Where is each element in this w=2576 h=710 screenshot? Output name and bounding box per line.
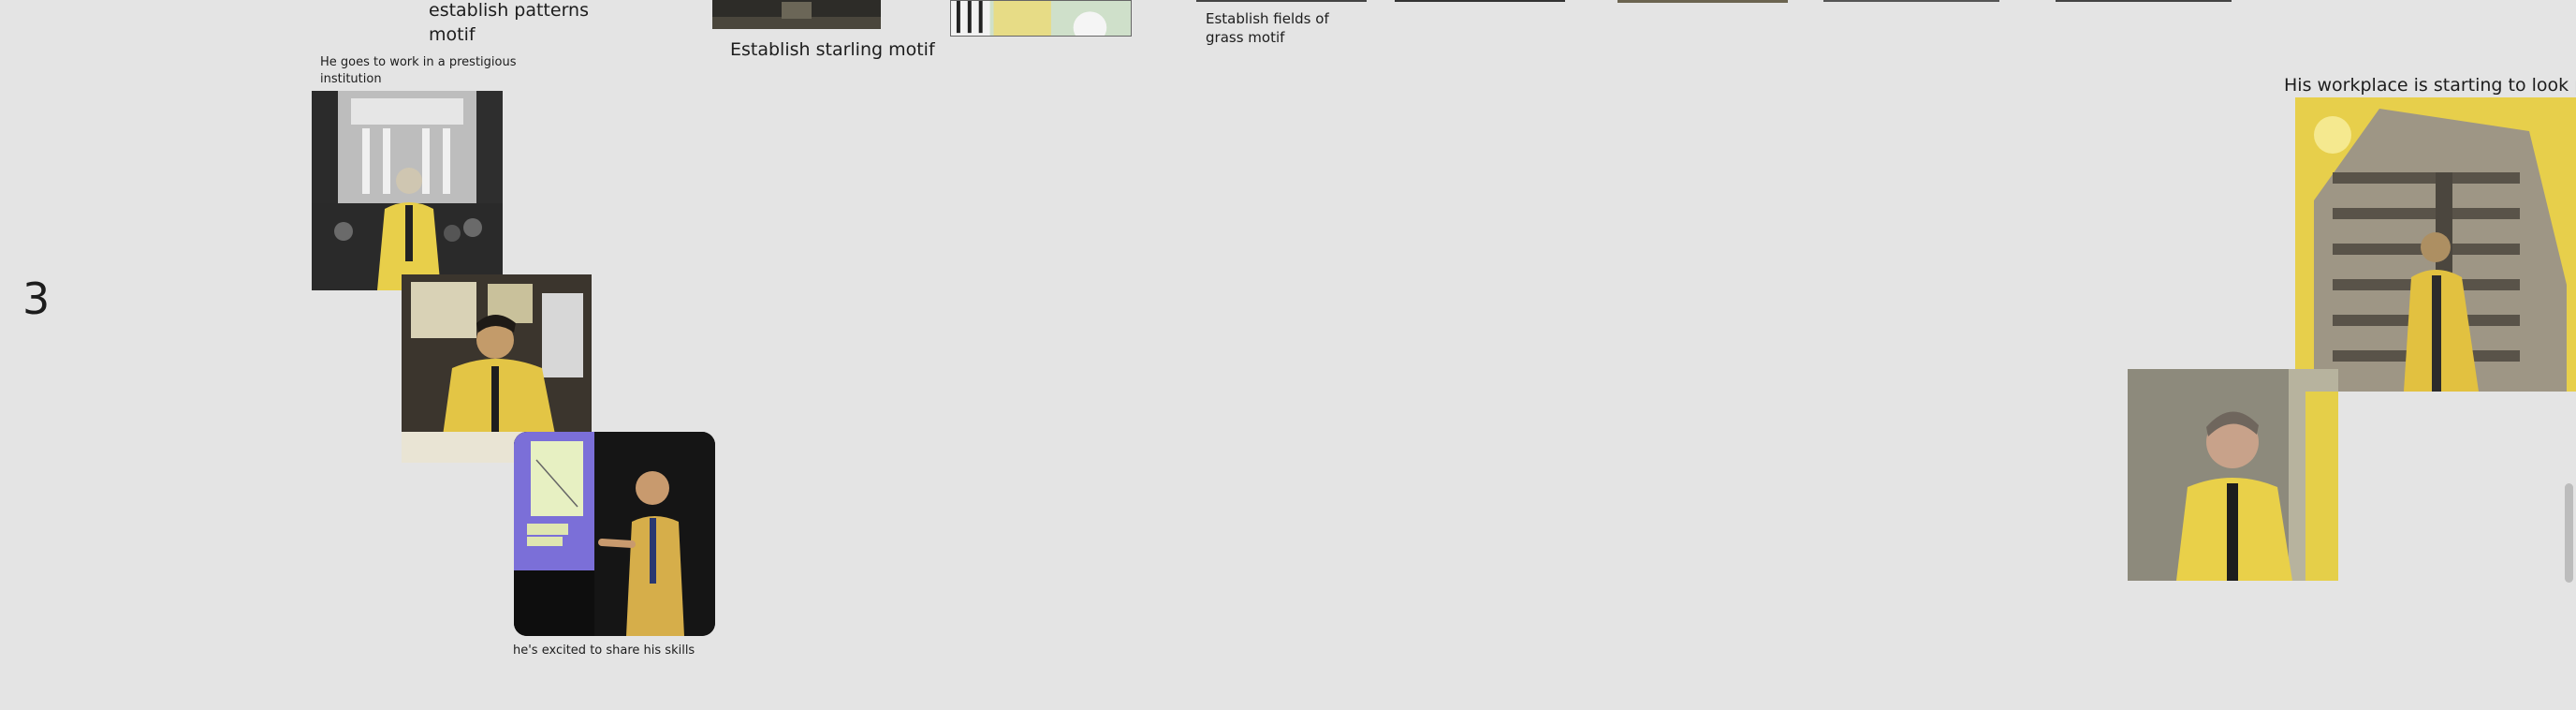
label-establish-starling-motif: Establish starling motif [730, 39, 935, 60]
cropped-image-edge-5[interactable] [2056, 0, 2232, 2]
image-portrait-yellow-suit[interactable] [2128, 369, 2338, 581]
cropped-image-dusk-town[interactable] [712, 0, 881, 29]
caption-excited-to-share-skills: he's excited to share his skills [513, 643, 695, 658]
row-number: 3 [22, 274, 51, 324]
caption-workplace-prison-like: His workplace is starting to look prisio… [2284, 75, 2576, 96]
image-presenter-on-stage[interactable] [514, 432, 715, 636]
image-brutalist-building[interactable] [2295, 97, 2576, 392]
cropped-image-edge-1[interactable] [1196, 0, 1367, 2]
cropped-image-edge-2[interactable] [1395, 0, 1565, 2]
image-institution-crowd[interactable] [312, 91, 503, 290]
vertical-scrollbar-thumb[interactable] [2565, 483, 2573, 583]
label-establish-grass-motif: Establish fields of grass motif [1206, 10, 1329, 46]
cropped-image-edge-3[interactable] [1617, 0, 1788, 3]
caption-prestigious-institution: He goes to work in a prestigious institu… [320, 55, 517, 86]
cropped-image-comic-panel[interactable] [950, 0, 1132, 37]
cropped-image-edge-4[interactable] [1823, 0, 1999, 2]
moodboard-canvas[interactable]: 3 establish patterns motif Establish sta… [0, 0, 2576, 710]
label-establish-patterns-motif: establish patterns motif [429, 0, 589, 45]
vertical-scrollbar[interactable] [2559, 0, 2576, 710]
